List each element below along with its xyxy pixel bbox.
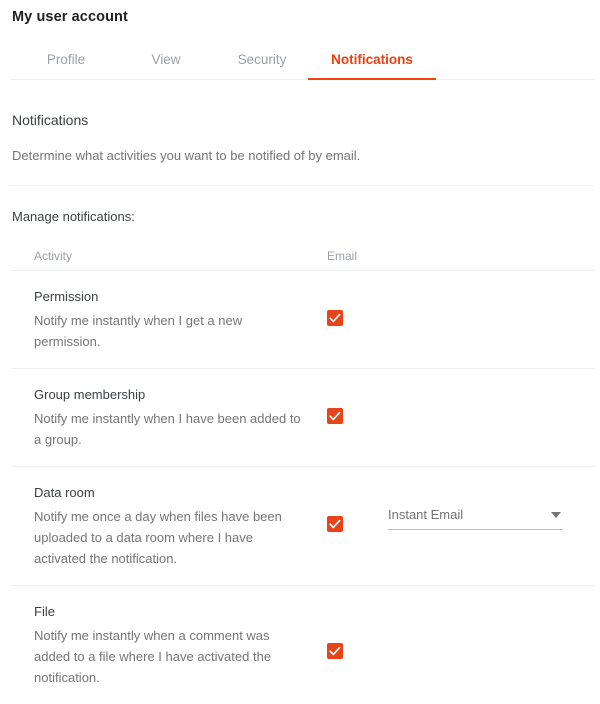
tab-view[interactable]: View (116, 52, 216, 80)
email-cell (327, 288, 595, 326)
activity-title: File (34, 604, 55, 619)
chevron-down-icon (551, 511, 561, 518)
email-cell: Instant Email (327, 484, 595, 539)
tab-bar: Profile View Security Notifications (0, 34, 600, 80)
email-checkbox-group-membership[interactable] (327, 408, 343, 424)
email-checkbox-file[interactable] (327, 643, 343, 659)
tab-security[interactable]: Security (216, 52, 308, 80)
check-icon (329, 646, 341, 656)
email-checkbox-data-room[interactable] (327, 516, 343, 532)
column-header-email: Email (327, 249, 358, 263)
table-header-row: Activity Email (12, 242, 595, 270)
section-description: Determine what activities you want to be… (12, 148, 361, 163)
select-value: Instant Email (388, 507, 464, 522)
email-cell (327, 386, 595, 424)
tab-profile[interactable]: Profile (16, 52, 116, 80)
notifications-table: Activity Email Permission Notify me inst… (12, 242, 595, 704)
activity-description: Notify me instantly when I get a new per… (34, 313, 243, 349)
tab-notifications[interactable]: Notifications (308, 52, 436, 80)
activity-title: Permission (34, 289, 99, 304)
notification-frequency-select[interactable]: Instant Email (388, 507, 563, 530)
column-header-activity: Activity (34, 249, 73, 263)
section-title: Notifications (12, 112, 89, 128)
activity-description: Notify me instantly when I have been add… (34, 411, 301, 447)
check-icon (329, 411, 341, 421)
table-row: Group membership Notify me instantly whe… (12, 368, 595, 466)
email-checkbox-permission[interactable] (327, 310, 343, 326)
manage-notifications-label: Manage notifications: (12, 209, 135, 224)
activity-cell: File Notify me instantly when a comment … (34, 603, 327, 688)
check-icon (329, 313, 341, 323)
table-row: Permission Notify me instantly when I ge… (12, 270, 595, 368)
activity-title: Group membership (34, 387, 146, 402)
activity-description: Notify me once a day when files have bee… (34, 509, 282, 566)
email-cell (327, 603, 595, 659)
activity-description: Notify me instantly when a comment was a… (34, 628, 272, 685)
activity-cell: Permission Notify me instantly when I ge… (34, 288, 327, 352)
activity-cell: Group membership Notify me instantly whe… (34, 386, 327, 450)
activity-cell: Data room Notify me once a day when file… (34, 484, 327, 569)
table-row: Data room Notify me once a day when file… (12, 466, 595, 585)
table-row: File Notify me instantly when a comment … (12, 585, 595, 704)
check-icon (329, 519, 341, 529)
page-title: My user account (12, 9, 128, 25)
activity-title: Data room (34, 485, 95, 500)
user-account-page: My user account Profile View Security No… (0, 0, 600, 691)
